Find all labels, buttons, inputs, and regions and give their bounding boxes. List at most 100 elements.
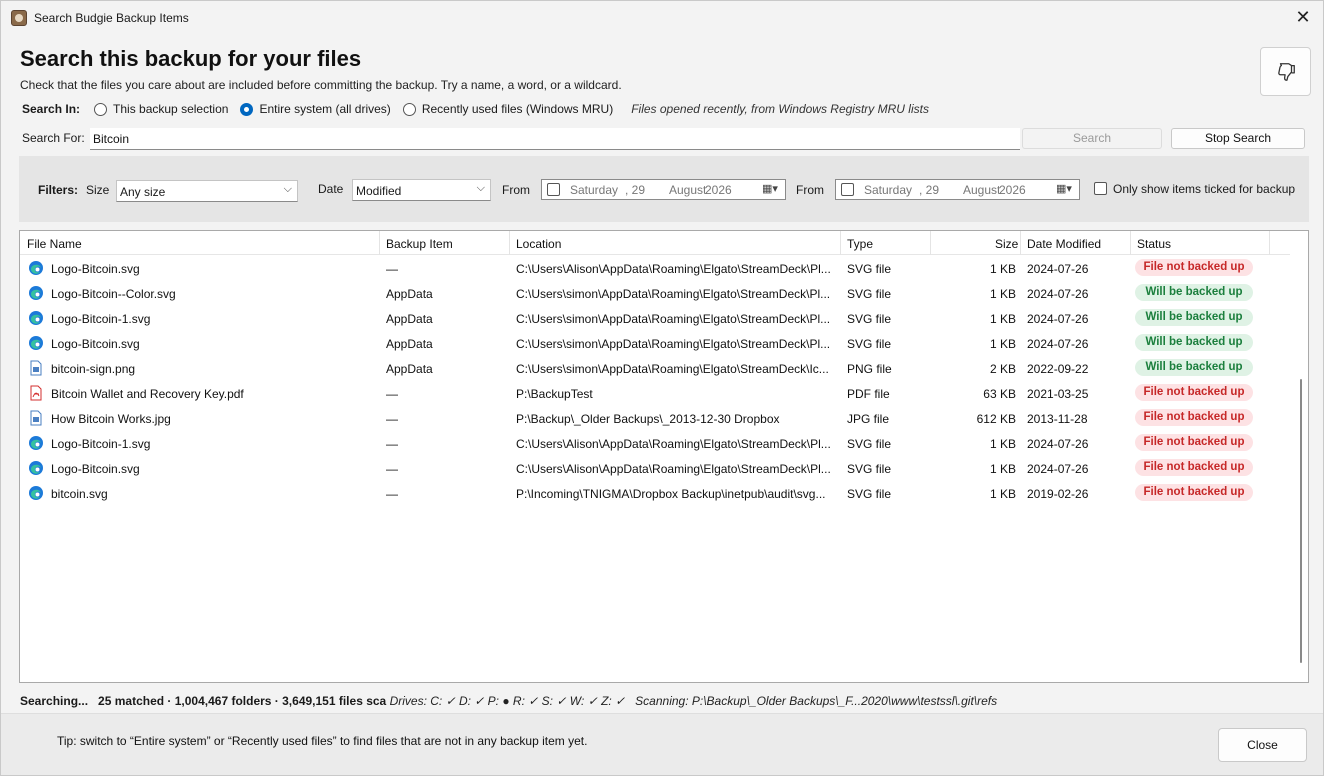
table-row[interactable]: Logo-Bitcoin.svg AppData C:\Users\simon\Ap… xyxy=(20,331,1290,356)
location-cell: C:\Users\simon\AppData\Roaming\Elgato\St… xyxy=(516,312,831,326)
search-input[interactable] xyxy=(90,128,1020,150)
file-name-cell: Logo-Bitcoin.svg xyxy=(51,337,140,351)
tip-text: Tip: switch to “Entire system” or “Recen… xyxy=(57,734,588,748)
date-picker-from-1[interactable]: Saturday , 29 August 2026 ▦▾ xyxy=(541,179,786,200)
scanning-path: Scanning: P:\Backup\_Older Backups\_F...… xyxy=(635,694,998,708)
search-button[interactable]: Search xyxy=(1022,128,1162,149)
only-ticked-label: Only show items ticked for backup xyxy=(1113,182,1296,196)
title-bar: Search Budgie Backup Items ✕ xyxy=(1,1,1323,35)
file-name-cell: Logo-Bitcoin.svg xyxy=(51,262,140,276)
only-ticked-checkbox[interactable] xyxy=(1094,182,1107,195)
filters-label: Filters: xyxy=(38,183,79,197)
window-close-button[interactable]: ✕ xyxy=(1291,5,1315,29)
column-header-file-name[interactable]: File Name xyxy=(27,237,82,251)
edge-svg-icon xyxy=(28,485,44,501)
filters-panel: Filters: Size Any size ⌵ Date Modified ⌵… xyxy=(19,156,1309,222)
radio-button-selected[interactable] xyxy=(240,102,254,116)
backup-item-cell: AppData xyxy=(386,312,433,326)
status-badge: Will be backed up xyxy=(1135,359,1253,376)
file-name-cell: bitcoin-sign.png xyxy=(51,362,136,376)
search-scope-group: Search In: This backup selection Entire … xyxy=(22,101,929,117)
column-header-size[interactable]: Size xyxy=(995,237,1018,251)
size-dropdown[interactable]: Any size ⌵ xyxy=(116,180,298,202)
close-button[interactable]: Close xyxy=(1218,728,1307,762)
size-label: Size xyxy=(86,183,110,197)
status-badge: File not backed up xyxy=(1135,259,1253,276)
column-header-type[interactable]: Type xyxy=(847,237,873,251)
date-number: , 29 xyxy=(625,183,646,197)
drives-status: Drives: C: ✓ D: ✓ P: ● R: ✓ S: ✓ W: ✓ Z:… xyxy=(389,694,626,708)
type-cell: SVG file xyxy=(847,262,892,276)
from-label-1: From xyxy=(502,183,530,197)
backup-item-cell: AppData xyxy=(386,362,433,376)
image-file-icon xyxy=(28,410,44,426)
table-row[interactable]: Logo-Bitcoin--Color.svg AppData C:\Users\s… xyxy=(20,281,1290,306)
edge-svg-icon xyxy=(28,460,44,476)
type-cell: SVG file xyxy=(847,487,892,501)
backup-item-cell: AppData xyxy=(386,337,433,351)
table-row[interactable]: How Bitcoin Works.jpg — P:\Backup\_Older B… xyxy=(20,406,1290,431)
search-counts: 25 matched · 1,004,467 folders · 3,649,1… xyxy=(98,694,387,708)
calendar-icon[interactable]: ▦▾ xyxy=(1056,182,1074,196)
vertical-scrollbar[interactable] xyxy=(1293,231,1308,682)
chevron-down-icon: ⌵ xyxy=(283,183,292,195)
table-row[interactable]: bitcoin.svg — P:\Incoming\TNIGMA\Dropbox B… xyxy=(20,481,1290,506)
scrollbar-thumb[interactable] xyxy=(1300,379,1302,663)
edge-svg-icon xyxy=(28,310,44,326)
file-name-cell: bitcoin.svg xyxy=(51,487,108,501)
type-cell: SVG file xyxy=(847,462,892,476)
column-header-status[interactable]: Status xyxy=(1137,237,1171,251)
type-cell: PNG file xyxy=(847,362,892,376)
pdf-file-icon xyxy=(28,385,44,401)
feedback-button[interactable] xyxy=(1260,47,1311,96)
radio-entire-system[interactable]: Entire system (all drives) xyxy=(240,102,391,116)
table-row[interactable]: Logo-Bitcoin.svg — C:\Users\Alison\AppData… xyxy=(20,456,1290,481)
status-badge: File not backed up xyxy=(1135,409,1253,426)
location-cell: P:\BackupTest xyxy=(516,387,593,401)
size-cell: 1 KB xyxy=(989,337,1016,351)
radio-button[interactable] xyxy=(94,102,108,116)
date-modified-cell: 2024-07-26 xyxy=(1027,462,1089,476)
thumbs-down-icon xyxy=(1277,62,1295,81)
status-badge: Will be backed up xyxy=(1135,309,1253,326)
edge-svg-icon xyxy=(28,335,44,351)
location-cell: C:\Users\simon\AppData\Roaming\Elgato\St… xyxy=(516,337,831,351)
stop-search-button[interactable]: Stop Search xyxy=(1171,128,1305,149)
date-type-dropdown[interactable]: Modified ⌵ xyxy=(352,179,491,201)
size-cell: 1 KB xyxy=(989,287,1016,301)
column-header-backup-item[interactable]: Backup Item xyxy=(386,237,453,251)
size-cell: 1 KB xyxy=(989,462,1016,476)
radio-button[interactable] xyxy=(402,102,416,116)
table-row[interactable]: Logo-Bitcoin-1.svg AppData C:\Users\simon\… xyxy=(20,306,1290,331)
date-day: Saturday xyxy=(864,183,913,197)
radio-backup-selection[interactable]: This backup selection xyxy=(94,102,228,116)
file-name-cell: How Bitcoin Works.jpg xyxy=(51,412,171,426)
table-row[interactable]: bitcoin-sign.png AppData C:\Users\simon\Ap… xyxy=(20,356,1290,381)
backup-item-cell: AppData xyxy=(386,287,433,301)
type-cell: SVG file xyxy=(847,312,892,326)
date-enable-checkbox[interactable] xyxy=(547,183,560,196)
type-cell: PDF file xyxy=(847,387,890,401)
image-file-icon xyxy=(28,360,44,376)
calendar-icon[interactable]: ▦▾ xyxy=(762,182,780,196)
column-header-date-modified[interactable]: Date Modified xyxy=(1027,237,1101,251)
size-cell: 2 KB xyxy=(989,362,1016,376)
edge-svg-icon xyxy=(28,285,44,301)
size-value: Any size xyxy=(120,185,166,199)
search-in-label: Search In: xyxy=(22,102,81,116)
date-label: Date xyxy=(318,182,344,196)
table-row[interactable]: Bitcoin Wallet and Recovery Key.pdf — P:\B… xyxy=(20,381,1290,406)
date-enable-checkbox[interactable] xyxy=(841,183,854,196)
date-modified-cell: 2019-02-26 xyxy=(1027,487,1089,501)
table-row[interactable]: Logo-Bitcoin-1.svg — C:\Users\Alison\AppDa… xyxy=(20,431,1290,456)
table-row[interactable]: Logo-Bitcoin.svg — C:\Users\Alison\AppData… xyxy=(20,256,1290,281)
date-modified-cell: 2024-07-26 xyxy=(1027,262,1089,276)
date-picker-from-2[interactable]: Saturday , 29 August 2026 ▦▾ xyxy=(835,179,1080,200)
date-number: , 29 xyxy=(919,183,940,197)
type-cell: SVG file xyxy=(847,437,892,451)
file-name-cell: Logo-Bitcoin-1.svg xyxy=(51,437,151,451)
backup-item-cell: — xyxy=(386,487,398,501)
radio-recently-used[interactable]: Recently used files (Windows MRU) xyxy=(402,102,613,116)
column-header-location[interactable]: Location xyxy=(516,237,561,251)
file-name-cell: Logo-Bitcoin.svg xyxy=(51,462,140,476)
